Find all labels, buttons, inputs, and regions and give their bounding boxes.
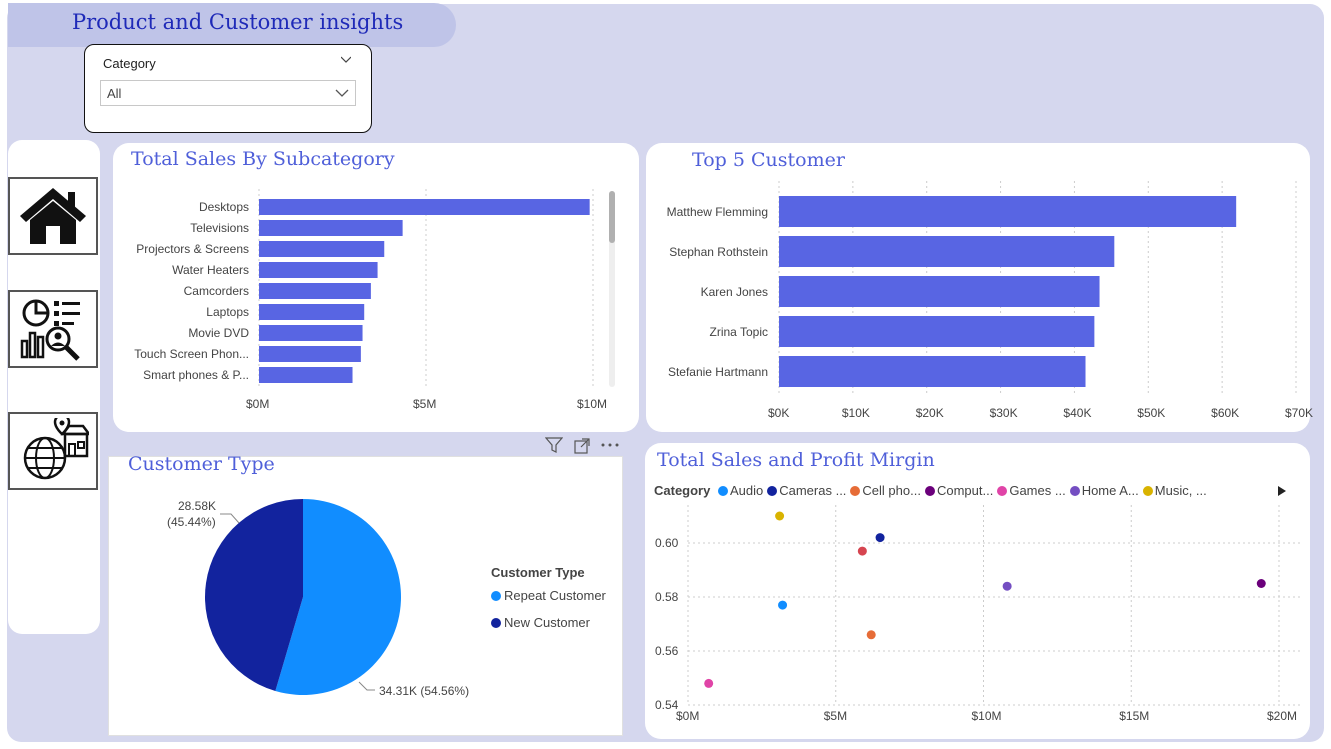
x-tick: $5M [413,397,437,411]
customer-label: Matthew Flemming [666,205,768,219]
product-analysis-button[interactable] [8,290,98,368]
category-label: Water Heaters [172,263,249,277]
home-icon [20,188,86,244]
category-label: Camcorders [183,284,249,298]
subcategory-bar[interactable] [259,346,361,362]
y-tick: 0.60 [655,536,679,550]
chevron-down-icon[interactable] [341,54,351,64]
repeat-label-leader [358,681,375,691]
sales-profit-card: Total Sales and Profit Mirgin Category A… [645,443,1310,739]
scatter-point[interactable] [704,678,714,688]
global-store-icon [23,418,89,480]
customer-bar[interactable] [779,196,1237,227]
scatter-point[interactable] [1002,581,1012,591]
pie-legend-title: Customer Type [491,565,585,580]
dropdown-value: All [107,86,122,101]
customer-label: Stefanie Hartmann [667,365,768,379]
dropdown-chevron-icon [335,89,349,97]
analytics-report-icon [20,299,80,361]
subcategory-bar[interactable] [259,367,353,383]
category-label: Televisions [190,221,249,235]
customer-label: Zrina Topic [709,325,768,339]
filter-icon[interactable] [545,437,563,453]
scatter-point[interactable] [778,600,788,610]
scatter-plot [687,505,1300,706]
page-title: Product and Customer insights [72,10,404,34]
scatter-point[interactable] [775,511,785,521]
x-tick: $0K [768,406,790,420]
pie-legend: Customer Type Repeat Customer New Custom… [491,565,606,630]
more-options-icon[interactable] [601,442,619,448]
y-tick: 0.58 [655,590,679,604]
scatter-point[interactable] [866,630,876,640]
x-tick: $10M [971,709,1002,723]
subcategory-bar[interactable] [259,262,378,278]
scatter-point[interactable] [1256,579,1266,588]
category-label: Projectors & Screens [136,242,249,256]
x-tick: $15M [1119,709,1150,723]
chart-scrollbar-thumb[interactable] [609,191,615,243]
category-label: Movie DVD [188,326,249,340]
x-tick: $70K [1285,406,1314,420]
focus-mode-icon[interactable] [574,438,590,454]
x-tick: $60K [1211,406,1240,420]
global-market-button[interactable] [8,412,98,490]
category-label: Laptops [206,305,249,319]
new-customer-value: 28.58K [178,499,217,513]
x-tick: $0M [246,397,270,411]
y-tick: 0.54 [655,698,679,712]
customer-bar[interactable] [779,236,1115,267]
x-tick: $40K [1063,406,1092,420]
subcategory-bar[interactable] [259,283,371,299]
category-slicer: Category All [84,44,372,133]
category-label: Desktops [198,200,249,214]
scatter-point[interactable] [875,533,885,543]
new-customer-percent: (45.44%) [167,515,216,529]
customer-type-card: Customer Type 28.58K (45.44%) 34.31K (54… [108,453,623,736]
x-tick: $30K [989,406,1018,420]
legend-label: Repeat Customer [504,588,606,603]
subcategory-bar[interactable] [259,220,403,236]
repeat-customer-label: 34.31K (54.56%) [379,684,470,698]
subcategory-bar[interactable] [259,304,365,320]
x-tick: $10K [841,406,870,420]
category-label: Smart phones & P... [143,368,249,382]
subcategory-sales-card: Total Sales By Subcategory Desktops Telev… [113,143,639,432]
x-tick: $20K [915,406,944,420]
scatter-point[interactable] [857,546,867,556]
x-tick: $10M [577,397,608,411]
x-tick: $20M [1267,709,1298,723]
customer-bar[interactable] [779,316,1095,347]
category-label: Touch Screen Phon... [134,347,249,361]
legend-dot [491,618,501,628]
category-dropdown[interactable]: All [100,80,356,106]
subcategory-bar[interactable] [259,199,590,215]
customer-label: Stephan Rothstein [669,245,768,259]
page-edge [1326,0,1331,749]
y-tick: 0.56 [655,644,679,658]
top-customers-card: Top 5 Customer Matthew Flemming Stephan R… [646,143,1314,432]
subcategory-bar[interactable] [259,241,385,257]
new-label-leader [220,513,240,524]
legend-dot [491,591,501,601]
home-button[interactable] [8,177,98,255]
x-tick: $5M [823,709,848,723]
subcategory-bar[interactable] [259,325,363,341]
x-tick: $50K [1137,406,1166,420]
customer-bar[interactable] [779,276,1100,307]
customer-label: Karen Jones [700,285,768,299]
legend-item-repeat[interactable]: Repeat Customer [491,588,606,603]
x-tick: $0M [676,709,700,723]
customer-bar[interactable] [779,356,1086,387]
legend-label: New Customer [504,615,590,630]
legend-item-new[interactable]: New Customer [491,615,606,630]
slicer-label: Category [103,56,156,71]
